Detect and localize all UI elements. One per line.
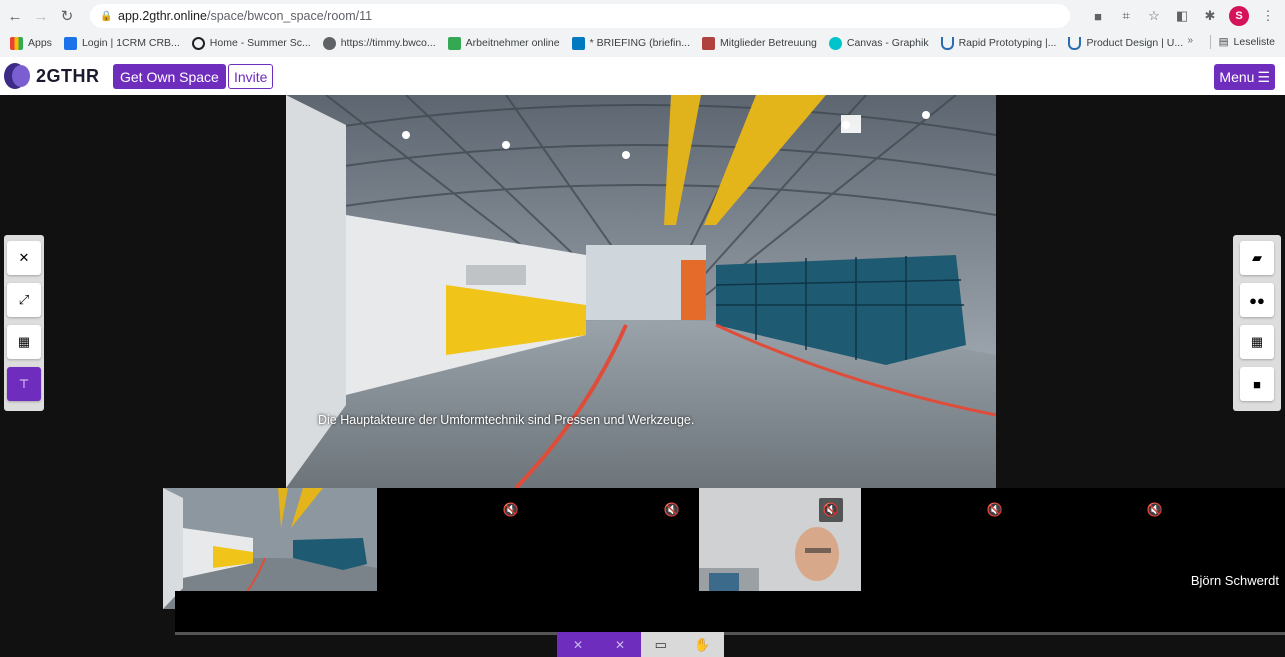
mute-icon: 🔇 bbox=[1146, 502, 1164, 517]
browser-toolbar: ← → ↻ 🔒 app.2gthr.online/space/bwcon_spa… bbox=[0, 0, 1285, 32]
bookmark-favicon bbox=[63, 36, 77, 50]
close-button[interactable]: ✕ bbox=[7, 241, 41, 275]
logo-text: 2GTHR bbox=[36, 65, 100, 86]
udacity-icon bbox=[1068, 36, 1082, 50]
room-stage: Die Hauptakteure der Umformtechnik sind … bbox=[0, 95, 1285, 657]
bookmark-item[interactable]: Arbeitnehmer online bbox=[447, 36, 560, 50]
chat-button[interactable]: ▰ bbox=[1240, 241, 1274, 275]
mic-off-icon[interactable]: ✕ bbox=[573, 638, 583, 652]
bookmark-item[interactable]: Product Design | U... bbox=[1068, 36, 1183, 50]
share-controls: ▭ ✋ bbox=[641, 632, 724, 657]
main-video[interactable]: Die Hauptakteure der Umformtechnik sind … bbox=[286, 95, 996, 488]
reading-list-icon: ▤ bbox=[1218, 36, 1229, 48]
invite-button[interactable]: Invite bbox=[228, 64, 274, 89]
calendar-button[interactable]: ▦ bbox=[1240, 325, 1274, 359]
browser-chrome: ← → ↻ 🔒 app.2gthr.online/space/bwcon_spa… bbox=[0, 0, 1285, 57]
bookmark-favicon bbox=[701, 36, 715, 50]
bookmark-item[interactable]: https://timmy.bwco... bbox=[322, 36, 436, 50]
bookmark-item[interactable]: Login | 1CRM CRB... bbox=[63, 36, 180, 50]
bookmark-item[interactable]: Home - Summer Sc... bbox=[191, 36, 311, 50]
raise-hand-icon[interactable]: ✋ bbox=[694, 637, 710, 653]
bookmark-favicon bbox=[447, 36, 461, 50]
profile-avatar[interactable]: S bbox=[1229, 6, 1249, 26]
left-toolbar: ✕ ⤢ ▦ ⊤ bbox=[4, 235, 44, 411]
media-dock bbox=[175, 591, 1285, 635]
calendar-icon: ▦ bbox=[1250, 334, 1264, 349]
bookmark-item[interactable]: Rapid Prototyping |... bbox=[940, 36, 1056, 50]
translate-icon[interactable]: ⌗ bbox=[1117, 7, 1135, 25]
search-icon bbox=[191, 36, 205, 50]
factory-hall-image bbox=[286, 95, 996, 488]
divider bbox=[1209, 35, 1211, 49]
bookmark-item[interactable]: Mitglieder Betreuung bbox=[701, 36, 817, 50]
camera-icon[interactable]: ■ bbox=[1089, 7, 1107, 25]
audio-video-controls: ✕ ✕ bbox=[557, 632, 641, 657]
strip-gap bbox=[0, 488, 163, 609]
reading-list-button[interactable]: ▤ Leseliste bbox=[1209, 35, 1275, 49]
back-icon[interactable]: ← bbox=[4, 5, 26, 27]
fullscreen-button[interactable]: ⤢ bbox=[7, 283, 41, 317]
bookmarks-more-button[interactable]: » bbox=[1187, 35, 1193, 46]
lock-icon: 🔒 bbox=[100, 11, 113, 22]
browser-actions: ■ ⌗ ☆ ◧ ✱ S ⋮ bbox=[1089, 4, 1277, 28]
hamburger-icon: ☰ bbox=[1257, 68, 1270, 85]
bookmark-item[interactable]: Canvas - Graphik bbox=[828, 36, 929, 50]
puzzle-icon[interactable]: ✱ bbox=[1201, 7, 1219, 25]
kebab-menu-icon[interactable]: ⋮ bbox=[1259, 7, 1277, 25]
globe-icon bbox=[322, 36, 336, 50]
mute-icon: 🔇 bbox=[502, 502, 520, 517]
grid-view-button[interactable]: ▦ bbox=[7, 325, 41, 359]
participant-name: Björn Schwerdt bbox=[1190, 573, 1279, 588]
mute-icon: 🔇 bbox=[819, 498, 843, 522]
mute-icon: 🔇 bbox=[986, 502, 1004, 517]
menu-button[interactable]: Menu ☰ bbox=[1214, 64, 1275, 90]
expand-icon: ⤢ bbox=[18, 292, 30, 307]
grid-icon: ▦ bbox=[17, 334, 31, 349]
note-icon: ■ bbox=[1253, 376, 1261, 392]
mute-icon: 🔇 bbox=[663, 502, 681, 517]
close-icon: ✕ bbox=[18, 250, 30, 265]
url-host: app.2gthr.online bbox=[118, 9, 207, 23]
pin-button[interactable]: ⊤ bbox=[7, 367, 41, 401]
users-icon: ●● bbox=[1249, 292, 1265, 308]
right-toolbar: ▰ ●● ▦ ■ bbox=[1233, 235, 1281, 411]
menu-label: Menu bbox=[1219, 69, 1255, 85]
participants-button[interactable]: ●● bbox=[1240, 283, 1274, 317]
extension-icon[interactable]: ◧ bbox=[1173, 7, 1191, 25]
canvas-icon bbox=[828, 36, 842, 50]
apps-icon bbox=[10, 36, 23, 50]
url-path: /space/bwcon_space/room/11 bbox=[206, 9, 373, 23]
bookmark-item[interactable]: Apps bbox=[10, 36, 52, 50]
address-bar[interactable]: 🔒 app.2gthr.online/space/bwcon_space/roo… bbox=[90, 4, 1070, 28]
app-header: 2GTHR Get Own Space Invite Menu ☰ bbox=[0, 57, 1285, 95]
logo-mark bbox=[4, 63, 32, 89]
chat-icon: ▰ bbox=[1252, 250, 1262, 265]
app-logo[interactable]: 2GTHR bbox=[4, 63, 100, 89]
udacity-icon bbox=[940, 36, 954, 50]
bookmark-item[interactable]: * BRIEFING (briefin... bbox=[571, 36, 690, 50]
video-subtitle: Die Hauptakteure der Umformtechnik sind … bbox=[318, 413, 695, 427]
screen-share-icon[interactable]: ▭ bbox=[655, 637, 667, 653]
bookmarks-bar: Apps Login | 1CRM CRB... Home - Summer S… bbox=[0, 32, 1285, 54]
trello-icon bbox=[571, 36, 585, 50]
pin-icon: ⊤ bbox=[18, 377, 30, 391]
camera-off-icon[interactable]: ✕ bbox=[615, 638, 625, 652]
notes-button[interactable]: ■ bbox=[1240, 367, 1274, 401]
call-controls: ✕ ✕ ▭ ✋ bbox=[557, 632, 724, 657]
get-own-space-button[interactable]: Get Own Space bbox=[113, 64, 226, 89]
star-icon[interactable]: ☆ bbox=[1145, 7, 1163, 25]
reload-icon[interactable]: ↻ bbox=[56, 5, 78, 27]
forward-icon[interactable]: → bbox=[30, 5, 52, 27]
